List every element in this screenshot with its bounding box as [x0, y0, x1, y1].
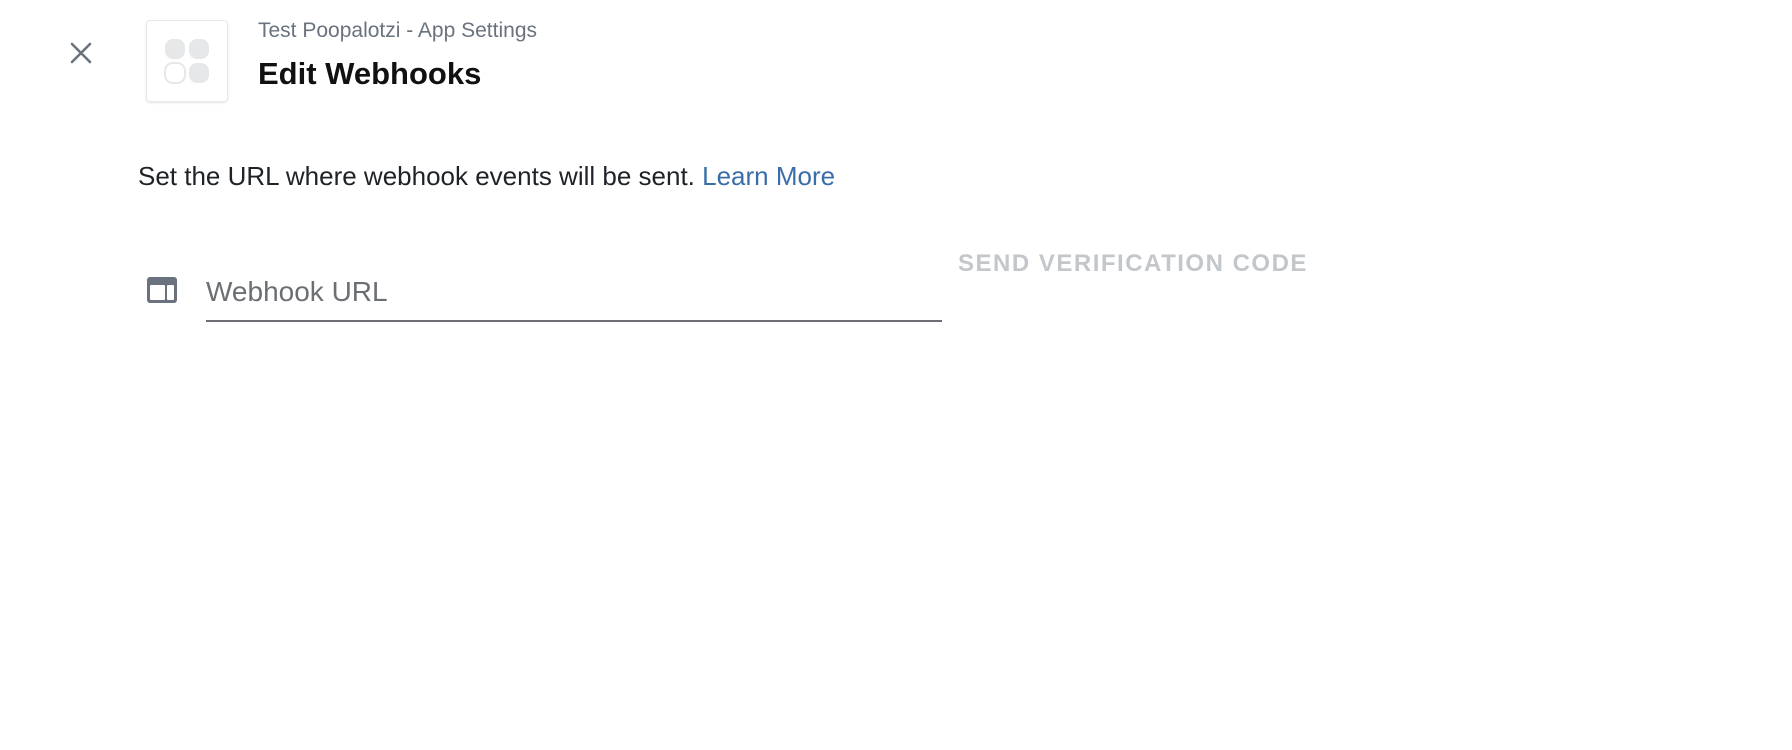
send-verification-code-button[interactable]: SEND VERIFICATION CODE	[958, 246, 1308, 282]
breadcrumb: Test Poopalotzi - App Settings	[258, 19, 537, 42]
description-text: Set the URL where webhook events will be…	[138, 161, 695, 191]
app-icon	[146, 20, 228, 102]
close-button[interactable]	[64, 36, 98, 70]
webhook-description: Set the URL where webhook events will be…	[138, 160, 835, 192]
page-title: Edit Webhooks	[258, 56, 482, 91]
browser-window-icon	[147, 277, 177, 303]
app-placeholder-icon	[164, 39, 209, 84]
webhook-url-input[interactable]	[206, 264, 942, 322]
learn-more-link[interactable]: Learn More	[702, 161, 835, 191]
edit-webhooks-page: Test Poopalotzi - App Settings Edit Webh…	[0, 0, 1792, 750]
page-header: Test Poopalotzi - App Settings Edit Webh…	[258, 18, 537, 92]
close-icon	[70, 42, 92, 64]
